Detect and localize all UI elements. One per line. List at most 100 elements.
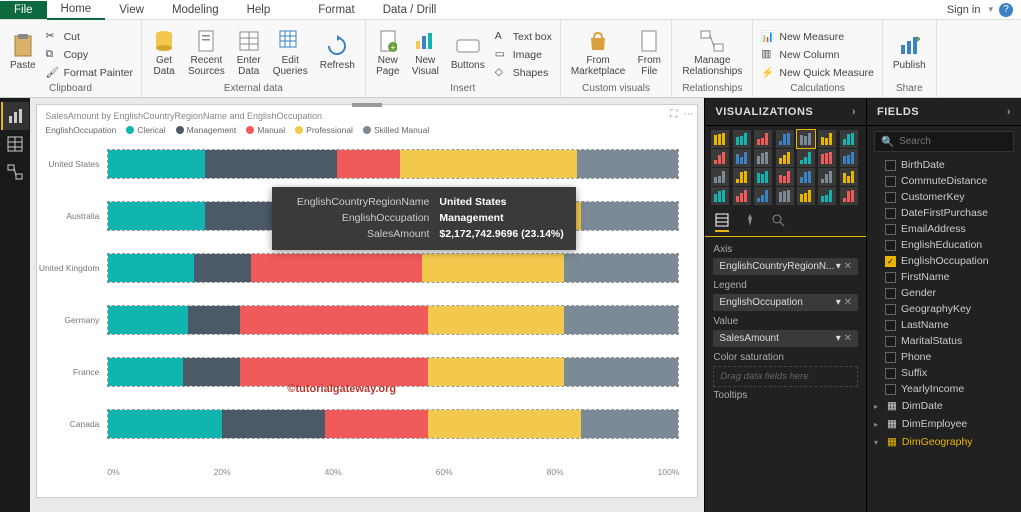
bar-segment[interactable] (194, 254, 251, 282)
viz-type-icon[interactable] (818, 130, 836, 148)
bar-segment[interactable] (564, 358, 678, 386)
bar-segment[interactable] (108, 306, 188, 334)
field-item[interactable]: Suffix (867, 365, 1021, 381)
buttons-button[interactable]: Buttons (447, 32, 489, 73)
checkbox[interactable] (885, 352, 896, 363)
bar-segment[interactable] (108, 254, 194, 282)
field-item[interactable]: FirstName (867, 269, 1021, 285)
bar-segment[interactable] (564, 306, 678, 334)
viz-type-icon[interactable] (840, 130, 858, 148)
checkbox[interactable] (885, 176, 896, 187)
viz-type-icon[interactable] (754, 187, 772, 205)
bar-segment[interactable] (325, 410, 428, 438)
help-icon[interactable]: ? (999, 3, 1013, 17)
viz-type-icon[interactable] (711, 149, 729, 167)
bar-segment[interactable] (108, 410, 222, 438)
viz-type-icon[interactable] (711, 130, 729, 148)
bar-segment[interactable] (222, 410, 325, 438)
checkbox[interactable] (885, 304, 896, 315)
tab-view[interactable]: View (105, 1, 158, 19)
bar-segment[interactable] (108, 202, 205, 230)
table-item[interactable]: ▾▦DimGeography (867, 433, 1021, 451)
checkbox[interactable] (885, 160, 896, 171)
remove-icon[interactable]: ✕ (844, 297, 852, 308)
format-tab[interactable] (743, 213, 757, 232)
chevron-down-icon[interactable]: ▾ (988, 4, 999, 15)
sign-in-link[interactable]: Sign in (947, 4, 989, 16)
field-item[interactable]: GeographyKey (867, 301, 1021, 317)
viz-type-icon[interactable] (840, 187, 858, 205)
remove-icon[interactable]: ✕ (844, 261, 852, 272)
bar-segment[interactable] (577, 150, 679, 178)
bar-segment[interactable] (108, 150, 205, 178)
checkbox[interactable] (885, 384, 896, 395)
checkbox[interactable] (885, 256, 896, 267)
tab-data-drill[interactable]: Data / Drill (369, 1, 451, 19)
recent-sources-button[interactable]: Recent Sources (184, 27, 229, 79)
viz-type-icon[interactable] (733, 168, 751, 186)
axis-field-pill[interactable]: EnglishCountryRegionN...▾ ✕ (713, 258, 858, 275)
checkbox[interactable] (885, 272, 896, 283)
checkbox[interactable] (885, 192, 896, 203)
field-item[interactable]: DateFirstPurchase (867, 205, 1021, 221)
viz-type-icon[interactable] (754, 149, 772, 167)
copy-button[interactable]: ⧉Copy (44, 47, 135, 63)
checkbox[interactable] (885, 240, 896, 251)
value-field-pill[interactable]: SalesAmount▾ ✕ (713, 330, 858, 347)
field-item[interactable]: BirthDate (867, 157, 1021, 173)
bar-segment[interactable] (428, 410, 582, 438)
remove-icon[interactable]: ✕ (844, 333, 852, 344)
new-measure-button[interactable]: 📊New Measure (759, 29, 876, 45)
viz-type-icon[interactable] (776, 168, 794, 186)
bar-segment[interactable] (581, 410, 678, 438)
bar-segment[interactable] (428, 358, 565, 386)
viz-type-icon[interactable] (797, 168, 815, 186)
bar-segment[interactable] (422, 254, 565, 282)
bar-row[interactable] (107, 149, 679, 179)
more-options-icon[interactable]: ⋯ (683, 109, 693, 120)
shapes-button[interactable]: ◇Shapes (493, 65, 554, 81)
tab-file[interactable]: File (0, 1, 47, 19)
bar-row[interactable] (107, 305, 679, 335)
image-button[interactable]: ▭Image (493, 47, 554, 63)
bar-segment[interactable] (581, 202, 678, 230)
viz-type-icon[interactable] (733, 130, 751, 148)
viz-type-icon[interactable] (711, 168, 729, 186)
checkbox[interactable] (885, 288, 896, 299)
focus-mode-icon[interactable]: ⛶ (670, 109, 677, 120)
bar-row[interactable] (107, 409, 679, 439)
field-item[interactable]: EnglishEducation (867, 237, 1021, 253)
bar-segment[interactable] (428, 306, 565, 334)
field-item[interactable]: EnglishOccupation (867, 253, 1021, 269)
report-canvas[interactable]: ⛶ ⋯ SalesAmount by EnglishCountryRegionN… (30, 98, 704, 512)
viz-type-icon[interactable] (797, 130, 815, 148)
refresh-button[interactable]: Refresh (316, 32, 359, 73)
manage-relationships-button[interactable]: Manage Relationships (678, 27, 746, 79)
format-painter-button[interactable]: 🖌Format Painter (44, 65, 135, 81)
field-item[interactable]: YearlyIncome (867, 381, 1021, 397)
cut-button[interactable]: ✂Cut (44, 29, 135, 45)
fields-tab[interactable] (715, 213, 729, 232)
bar-segment[interactable] (240, 306, 428, 334)
viz-type-icon[interactable] (840, 168, 858, 186)
legend-field-pill[interactable]: EnglishOccupation▾ ✕ (713, 294, 858, 311)
publish-button[interactable]: Publish (889, 32, 930, 73)
viz-type-icon[interactable] (818, 168, 836, 186)
tab-format[interactable]: Format (304, 1, 368, 19)
collapse-icon[interactable]: › (1007, 106, 1011, 118)
viz-type-icon[interactable] (818, 187, 836, 205)
new-page-button[interactable]: +New Page (372, 27, 404, 79)
textbox-button[interactable]: AText box (493, 29, 554, 45)
new-column-button[interactable]: ▥New Column (759, 47, 876, 63)
viz-type-icon[interactable] (776, 149, 794, 167)
new-quick-measure-button[interactable]: ⚡New Quick Measure (759, 65, 876, 81)
colorsat-well[interactable]: Drag data fields here (713, 366, 858, 387)
table-item[interactable]: ▸▦DimDate (867, 397, 1021, 415)
viz-type-icon[interactable] (733, 149, 751, 167)
bar-segment[interactable] (183, 358, 240, 386)
field-item[interactable]: Gender (867, 285, 1021, 301)
search-input[interactable] (899, 136, 1021, 147)
collapse-icon[interactable]: › (852, 106, 856, 118)
viz-type-icon[interactable] (711, 187, 729, 205)
bar-segment[interactable] (251, 254, 422, 282)
